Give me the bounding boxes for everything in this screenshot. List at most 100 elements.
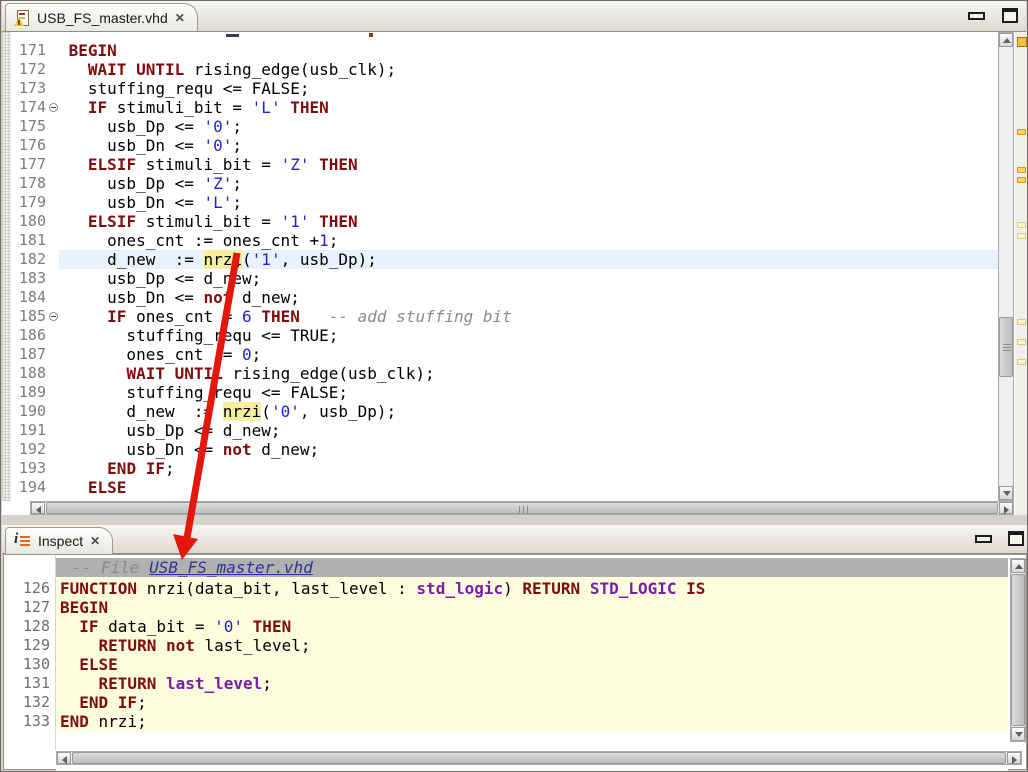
file-link[interactable]: USB_FS_master.vhd — [149, 558, 313, 577]
overview-occurrence-marker[interactable] — [1017, 233, 1026, 239]
line-number[interactable]: 175 — [11, 117, 59, 136]
tab-inspect[interactable]: i Inspect ✕ — [5, 527, 113, 554]
code-line[interactable]: ones_cnt := 0; — [59, 345, 998, 364]
inspect-view[interactable]: 126127128129130131132133 -- File USB_FS_… — [3, 554, 1027, 770]
tab-usb-fs-master-vhd[interactable]: USB_FS_master.vhd ✕ — [5, 3, 198, 31]
maximize-icon[interactable] — [1002, 8, 1018, 23]
line-number[interactable]: 172 — [11, 60, 59, 79]
scroll-down-icon[interactable] — [999, 486, 1013, 500]
fold-collapse-icon[interactable] — [49, 312, 58, 321]
line-number[interactable]: 176 — [11, 136, 59, 155]
overview-occurrence-marker[interactable] — [1017, 319, 1026, 325]
line-number[interactable]: 177 — [11, 155, 59, 174]
close-icon[interactable]: ✕ — [175, 12, 185, 24]
overview-warning-marker[interactable] — [1017, 129, 1026, 135]
minimize-icon[interactable] — [975, 535, 992, 543]
scroll-right-icon[interactable] — [999, 502, 1013, 514]
line-number[interactable]: 182 — [11, 250, 59, 269]
line-number[interactable]: 194 — [11, 478, 59, 497]
inspect-code-line[interactable]: BEGIN — [56, 598, 1008, 617]
code-line[interactable]: END IF; — [59, 459, 998, 478]
scroll-left-icon[interactable] — [57, 752, 71, 764]
code-editor[interactable]: 1711721731741751761771781791801811821831… — [2, 32, 1027, 515]
editor-vscroll-thumb[interactable] — [999, 317, 1013, 377]
code-line[interactable]: WAIT UNTIL rising_edge(usb_clk); — [59, 364, 998, 383]
maximize-icon[interactable] — [1008, 531, 1024, 546]
overview-occurrence-marker[interactable] — [1017, 339, 1026, 345]
code-line[interactable]: IF stimuli_bit = 'L' THEN — [59, 98, 998, 117]
line-number[interactable]: 178 — [11, 174, 59, 193]
editor-hscroll-thumb[interactable] — [46, 502, 998, 514]
line-number[interactable]: 185 — [11, 307, 59, 326]
line-number-gutter[interactable]: 1711721731741751761771781791801811821831… — [11, 41, 59, 497]
scroll-up-icon[interactable] — [1011, 559, 1025, 573]
overview-warning-marker[interactable] — [1017, 177, 1026, 183]
overview-warning-badge[interactable] — [1017, 37, 1027, 47]
line-number[interactable]: 186 — [11, 326, 59, 345]
inspect-code-area[interactable]: FUNCTION nrzi(data_bit, last_level : std… — [56, 579, 1008, 731]
scroll-right-icon[interactable] — [1007, 752, 1021, 764]
line-number[interactable]: 171 — [11, 41, 59, 60]
code-line[interactable]: usb_Dp <= 'Z'; — [59, 174, 998, 193]
code-token: IS — [686, 579, 705, 598]
overview-occurrence-marker[interactable] — [1017, 359, 1026, 365]
code-line[interactable]: usb_Dn <= '0'; — [59, 136, 998, 155]
inspect-vertical-scrollbar[interactable] — [1010, 558, 1026, 742]
line-number[interactable]: 174 — [11, 98, 59, 117]
panel-sash[interactable] — [2, 515, 1027, 525]
code-line[interactable]: BEGIN — [59, 41, 998, 60]
overview-ruler[interactable] — [1015, 32, 1028, 515]
scroll-left-icon[interactable] — [31, 502, 45, 514]
current-code-line[interactable]: d_new := nrzi('1', usb_Dp); — [59, 250, 998, 269]
line-number[interactable]: 191 — [11, 421, 59, 440]
inspect-code-line[interactable]: END IF; — [56, 693, 1008, 712]
code-line[interactable]: stuffing_requ <= FALSE; — [59, 383, 998, 402]
scroll-down-icon[interactable] — [1011, 727, 1025, 741]
line-number[interactable]: 189 — [11, 383, 59, 402]
overview-occurrence-marker[interactable] — [1017, 222, 1026, 228]
line-number[interactable]: 173 — [11, 79, 59, 98]
inspect-code-line[interactable]: ELSE — [56, 655, 1008, 674]
overview-warning-marker[interactable] — [1017, 167, 1026, 173]
inspect-code-line[interactable]: FUNCTION nrzi(data_bit, last_level : std… — [56, 579, 1008, 598]
inspect-code-line[interactable]: RETURN last_level; — [56, 674, 1008, 693]
code-line[interactable]: usb_Dp <= d_new; — [59, 421, 998, 440]
minimize-icon[interactable] — [968, 12, 985, 20]
code-line[interactable]: usb_Dp <= '0'; — [59, 117, 998, 136]
code-line[interactable]: ELSIF stimuli_bit = 'Z' THEN — [59, 155, 998, 174]
line-number[interactable]: 180 — [11, 212, 59, 231]
code-area[interactable]: BEGIN WAIT UNTIL rising_edge(usb_clk); s… — [59, 41, 998, 497]
scroll-up-icon[interactable] — [999, 33, 1013, 47]
inspect-horizontal-scrollbar[interactable] — [56, 751, 1022, 765]
line-number[interactable]: 190 — [11, 402, 59, 421]
line-number[interactable]: 181 — [11, 231, 59, 250]
code-line[interactable]: ones_cnt := ones_cnt +1; — [59, 231, 998, 250]
code-line[interactable]: usb_Dn <= not d_new; — [59, 288, 998, 307]
line-number[interactable]: 193 — [11, 459, 59, 478]
line-number[interactable]: 192 — [11, 440, 59, 459]
code-line[interactable]: WAIT UNTIL rising_edge(usb_clk); — [59, 60, 998, 79]
line-number[interactable]: 187 — [11, 345, 59, 364]
code-line[interactable]: ELSE — [59, 478, 998, 497]
code-line[interactable]: stuffing_requ <= TRUE; — [59, 326, 998, 345]
close-icon[interactable]: ✕ — [90, 535, 100, 547]
inspect-vscroll-thumb[interactable] — [1011, 574, 1025, 726]
inspect-code-line[interactable]: RETURN not last_level; — [56, 636, 1008, 655]
editor-vertical-scrollbar[interactable] — [998, 32, 1014, 501]
code-line[interactable]: usb_Dp <= d_new; — [59, 269, 998, 288]
line-number[interactable]: 179 — [11, 193, 59, 212]
inspect-hscroll-thumb[interactable] — [72, 752, 1006, 764]
code-line[interactable]: usb_Dn <= 'L'; — [59, 193, 998, 212]
line-number[interactable]: 184 — [11, 288, 59, 307]
code-line[interactable]: ELSIF stimuli_bit = '1' THEN — [59, 212, 998, 231]
code-line[interactable]: IF ones_cnt = 6 THEN -- add stuffing bit — [59, 307, 998, 326]
line-number[interactable]: 188 — [11, 364, 59, 383]
line-number[interactable]: 183 — [11, 269, 59, 288]
fold-collapse-icon[interactable] — [49, 103, 58, 112]
code-line[interactable]: stuffing_requ <= FALSE; — [59, 79, 998, 98]
code-line[interactable]: usb_Dn <= not d_new; — [59, 440, 998, 459]
editor-horizontal-scrollbar[interactable] — [30, 501, 1014, 515]
inspect-code-line[interactable]: END nrzi; — [56, 712, 1008, 731]
inspect-code-line[interactable]: IF data_bit = '0' THEN — [56, 617, 1008, 636]
code-line[interactable]: d_new := nrzi('0', usb_Dp); — [59, 402, 998, 421]
